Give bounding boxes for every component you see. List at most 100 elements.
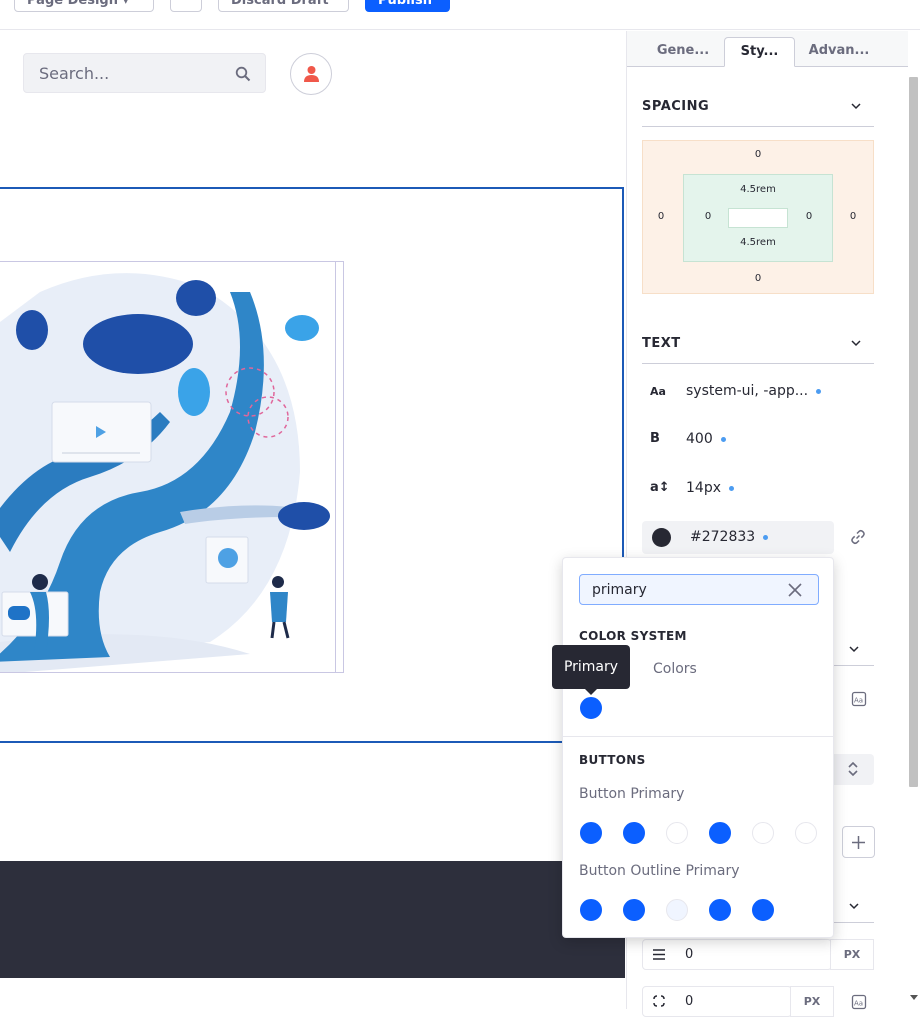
tooltip-arrow [585, 689, 597, 695]
primary-color-swatch[interactable] [580, 697, 602, 719]
color-swatch[interactable] [709, 899, 731, 921]
color-system-heading: COLOR SYSTEM [579, 629, 687, 643]
font-weight-row[interactable]: B 400 [642, 423, 874, 459]
page-design-label: Page Design [27, 0, 118, 8]
page-design-dropdown[interactable]: Page Design ▾ [14, 0, 154, 12]
color-swatch[interactable] [623, 899, 645, 921]
font-size-row[interactable]: a↕ 14px [642, 472, 874, 508]
unit-select[interactable]: PX [790, 986, 834, 1017]
font-weight-icon: B [650, 431, 660, 446]
selected-fragment[interactable] [0, 187, 624, 743]
scrollbar-thumb[interactable] [909, 77, 918, 787]
select-arrows[interactable] [833, 754, 874, 785]
user-avatar-button[interactable] [290, 53, 332, 95]
chevron-down-icon [851, 103, 861, 110]
inherited-dot [720, 436, 726, 442]
svg-text:Aa: Aa [854, 697, 863, 705]
user-icon [304, 66, 319, 82]
font-family-value: system-ui, -app... [686, 383, 809, 399]
text-title: TEXT [642, 336, 681, 351]
add-button[interactable] [842, 826, 875, 858]
text-section-header[interactable]: TEXT [642, 330, 874, 364]
divider [563, 736, 833, 737]
margin-right-value[interactable]: 0 [847, 211, 859, 222]
inherited-dot [816, 388, 822, 394]
color-swatch[interactable] [580, 899, 602, 921]
top-toolbar: Page Design ▾ Discard Draft Publish [0, 0, 920, 30]
search-input[interactable] [24, 54, 224, 92]
padding-bottom-value[interactable]: 4.5rem [684, 237, 832, 248]
color-swatch[interactable] [652, 528, 671, 547]
color-swatch[interactable] [666, 899, 688, 921]
color-swatch[interactable] [752, 899, 774, 921]
color-tooltip: Primary [552, 645, 630, 689]
search-icon[interactable] [235, 66, 251, 82]
padding-left-value[interactable]: 0 [702, 211, 714, 222]
image-frame-edge [336, 261, 344, 673]
tree-illustration [0, 273, 330, 672]
border-radius-value: 0 [685, 994, 694, 1009]
border-radius-icon [653, 995, 665, 1007]
chevron-down-icon[interactable] [848, 900, 860, 912]
inherited-dot [763, 534, 769, 540]
plus-icon [852, 836, 865, 849]
text-color-field[interactable]: #272833 [642, 521, 834, 554]
spacing-box-model: 0 0 0 0 4.5rem 4.5rem 0 0 [642, 140, 874, 294]
button-primary-label: Button Primary [579, 786, 685, 802]
color-picker-popover: COLOR SYSTEM Colors BUTTONS Button Prima… [562, 557, 834, 938]
value-from-stylebook-icon[interactable]: Aa [851, 994, 867, 1010]
sidebar-tabs: Gene... Sty... Advan... [627, 31, 908, 67]
caret-double-icon [848, 762, 858, 776]
chevron-down-icon [851, 340, 861, 347]
button-outline-primary-label: Button Outline Primary [579, 863, 740, 879]
scroll-down-arrow-icon[interactable] [910, 995, 918, 1001]
footer-section [0, 861, 625, 978]
sidebar-scrollbar[interactable] [907, 67, 920, 1009]
tab-styles[interactable]: Sty... [724, 37, 795, 67]
margin-top-value[interactable]: 0 [643, 149, 873, 160]
svg-text:Aa: Aa [854, 1000, 863, 1008]
content-box [728, 208, 788, 228]
tab-advanced[interactable]: Advan... [797, 37, 881, 67]
color-swatch[interactable] [580, 822, 602, 844]
page-canvas [0, 31, 625, 1009]
padding-top-value[interactable]: 4.5rem [684, 184, 832, 195]
color-swatch[interactable] [623, 822, 645, 844]
border-width-value: 0 [685, 947, 694, 962]
spacing-title: SPACING [642, 99, 710, 114]
colors-subheading: Colors [653, 661, 697, 677]
padding-right-value[interactable]: 0 [803, 211, 815, 222]
publish-button[interactable]: Publish [365, 0, 450, 12]
border-width-icon [653, 949, 665, 960]
border-width-field[interactable]: 0 [642, 939, 832, 970]
color-swatch[interactable] [795, 822, 817, 844]
border-radius-field[interactable]: 0 [642, 986, 792, 1017]
font-family-row[interactable]: Aa system-ui, -app... [642, 375, 874, 411]
inherited-dot [729, 485, 734, 491]
illustration-image[interactable] [0, 261, 336, 673]
clear-icon[interactable] [788, 583, 802, 597]
spacing-section-header[interactable]: SPACING [642, 93, 874, 127]
unit-select[interactable]: PX [830, 939, 874, 970]
link-icon[interactable] [850, 529, 866, 545]
color-search-box [579, 574, 819, 605]
search-bar [23, 53, 266, 93]
color-swatch[interactable] [709, 822, 731, 844]
buttons-heading: BUTTONS [579, 753, 646, 767]
chevron-down-icon[interactable] [848, 643, 860, 655]
toolbar-icon-button[interactable] [170, 0, 202, 12]
value-from-stylebook-icon[interactable]: Aa [851, 691, 867, 707]
font-size-value: 14px [686, 480, 721, 496]
tab-general[interactable]: Gene... [642, 37, 724, 67]
text-color-value: #272833 [690, 529, 756, 545]
font-size-icon: a↕ [650, 480, 670, 495]
font-family-icon: Aa [650, 385, 666, 398]
color-search-input[interactable] [580, 575, 780, 604]
margin-bottom-value[interactable]: 0 [643, 273, 873, 284]
padding-box: 4.5rem 4.5rem 0 0 [683, 174, 833, 262]
color-swatch[interactable] [666, 822, 688, 844]
font-weight-value: 400 [686, 431, 713, 447]
discard-draft-button[interactable]: Discard Draft [218, 0, 349, 12]
color-swatch[interactable] [752, 822, 774, 844]
margin-left-value[interactable]: 0 [655, 211, 667, 222]
